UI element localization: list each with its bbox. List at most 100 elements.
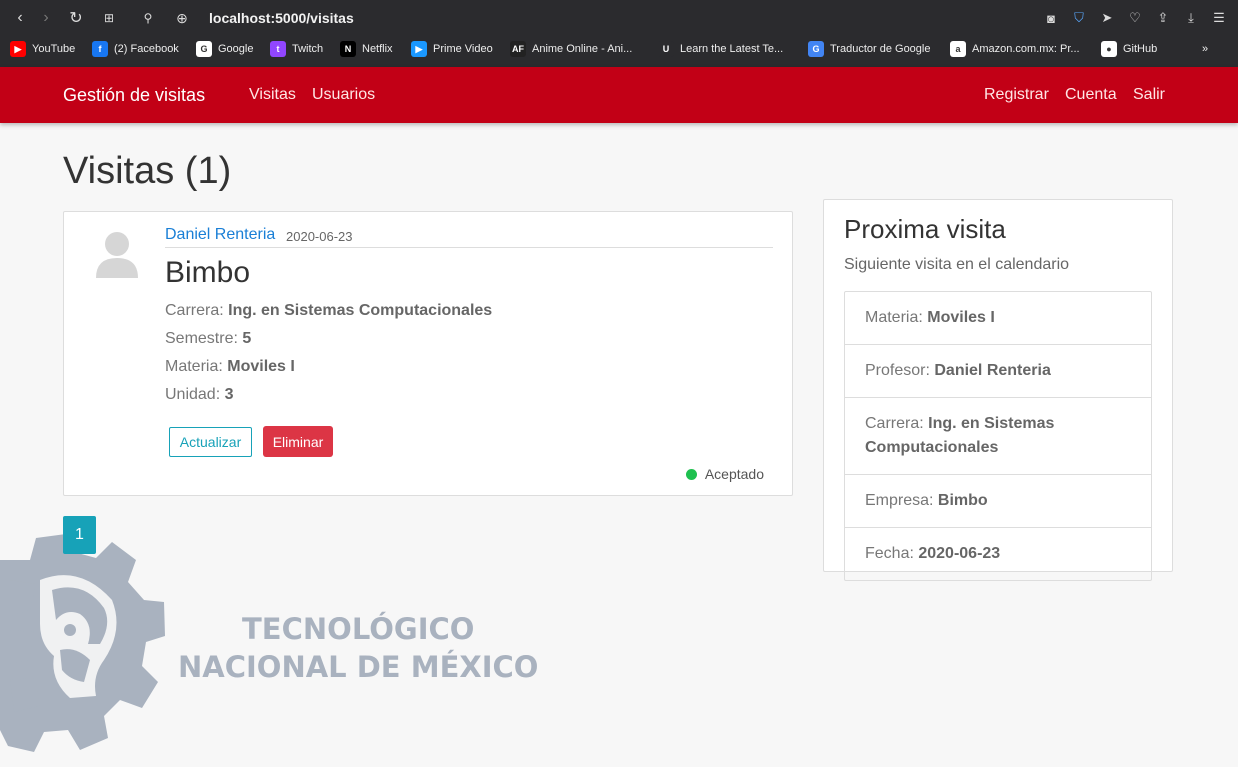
field-label: Unidad: — [165, 386, 225, 403]
toolbar-icons: ◙ ⛉ ➤ ♡ ⇪ ⤓ ☰ — [1042, 9, 1228, 27]
item-value: Moviles I — [927, 309, 995, 326]
facebook-icon: f — [92, 41, 108, 57]
item-label: Profesor: — [865, 362, 935, 379]
youtube-icon: ▶ — [10, 41, 26, 57]
bookmark-label: Anime Online - Ani... — [532, 43, 633, 55]
bookmark-youtube[interactable]: ▶ YouTube — [10, 38, 75, 60]
item-label: Empresa: — [865, 492, 938, 509]
bookmark-google[interactable]: G Google — [196, 38, 253, 60]
item-value: Bimbo — [937, 492, 988, 509]
field-value: Moviles I — [227, 358, 295, 375]
visit-date: 2020-06-23 — [286, 229, 353, 244]
nav-link-salir[interactable]: Salir — [1133, 86, 1165, 104]
bookmark-label: Amazon.com.mx: Pr... — [972, 43, 1080, 55]
status-indicator: Aceptado — [685, 466, 764, 482]
url-bar: ‹ › ↻ ⊞ ⚲ ⊕ localhost:5000/visitas ◙ ⛉ ➤… — [0, 0, 1238, 36]
item-label: Carrera: — [865, 415, 929, 432]
next-visit-subtitle: Siguiente visita en el calendario — [844, 256, 1070, 273]
nav-link-visitas[interactable]: Visitas — [249, 86, 296, 104]
nav-link-registrar[interactable]: Registrar — [984, 86, 1049, 104]
visit-card: Daniel Renteria 2020-06-23 Bimbo Carrera… — [63, 211, 793, 496]
google-icon: G — [196, 41, 212, 57]
field-semestre: Semestre: 5 — [165, 330, 251, 348]
netflix-icon: N — [340, 41, 356, 57]
bookmark-label: (2) Facebook — [114, 43, 179, 55]
shield-icon[interactable]: ⛉ — [1070, 9, 1088, 27]
item-label: Materia: — [865, 309, 928, 326]
bookmark-label: Twitch — [292, 43, 324, 55]
github-icon: ● — [1101, 41, 1117, 57]
bookmarks-bar: ▶ YouTube f (2) Facebook G Google t Twitch N Netf… — [0, 38, 1238, 62]
pagination-page-1[interactable]: 1 — [63, 516, 96, 554]
udemy-icon: U — [658, 41, 674, 57]
item-value: Daniel Renteria — [934, 362, 1051, 379]
browser-chrome: ‹ › ↻ ⊞ ⚲ ⊕ localhost:5000/visitas ◙ ⛉ ➤… — [0, 0, 1238, 67]
google-translate-icon: G — [808, 41, 824, 57]
visit-company: Bimbo — [165, 256, 251, 289]
download-icon[interactable]: ⤓ — [1182, 9, 1200, 27]
nav-link-cuenta[interactable]: Cuenta — [1065, 86, 1117, 104]
camera-icon[interactable]: ◙ — [1042, 9, 1060, 27]
tecnm-logo-icon — [0, 534, 165, 752]
zoom-icon[interactable]: ⚲ — [138, 8, 158, 28]
avatar-icon — [96, 232, 138, 278]
app-navbar: Gestión de visitas Visitas Usuarios Regi… — [0, 67, 1238, 123]
field-value: 3 — [224, 386, 234, 403]
bookmark-label: Netflix — [362, 43, 393, 55]
bookmark-udemy[interactable]: U Learn the Latest Te... — [658, 38, 783, 60]
logo-line-2: NACIONAL DE MÉXICO — [178, 650, 539, 684]
animeflv-icon: AF — [510, 41, 526, 57]
status-dot-icon — [685, 468, 697, 480]
bookmark-github[interactable]: ● GitHub — [1101, 38, 1157, 60]
update-button[interactable]: Actualizar — [169, 427, 252, 457]
reload-icon[interactable]: ↻ — [66, 8, 86, 28]
field-value: Ing. en Sistemas Computacionales — [228, 302, 493, 319]
field-label: Carrera: — [165, 302, 229, 319]
delete-button[interactable]: Eliminar — [263, 426, 333, 457]
url-text[interactable]: localhost:5000/visitas — [209, 10, 354, 26]
brand-link[interactable]: Gestión de visitas — [63, 85, 205, 106]
back-icon[interactable]: ‹ — [10, 8, 30, 28]
status-text: Aceptado — [704, 466, 764, 482]
bookmark-label: Learn the Latest Te... — [680, 43, 784, 55]
menu-icon[interactable]: ☰ — [1210, 9, 1228, 27]
heart-icon[interactable]: ♡ — [1126, 9, 1144, 27]
divider — [165, 247, 773, 248]
bookmark-label: Traductor de Google — [830, 43, 931, 55]
field-materia: Materia: Moviles I — [165, 358, 295, 376]
bookmark-prime-video[interactable]: ▶ Prime Video — [411, 38, 493, 60]
field-unidad: Unidad: 3 — [165, 386, 234, 404]
bookmarks-more-icon[interactable]: » — [1202, 38, 1208, 60]
next-visit-title: Proxima visita — [844, 214, 1006, 244]
item-label: Fecha: — [865, 545, 919, 562]
field-label: Semestre: — [165, 330, 243, 347]
globe-icon: ⊕ — [176, 9, 188, 26]
field-value: 5 — [242, 330, 252, 347]
prime-video-icon: ▶ — [411, 41, 427, 57]
list-item: Empresa: Bimbo — [845, 475, 1151, 528]
list-item: Materia: Moviles I — [845, 292, 1151, 345]
list-item: Fecha: 2020-06-23 — [845, 528, 1151, 580]
forward-icon[interactable]: › — [36, 8, 56, 28]
bookmark-netflix[interactable]: N Netflix — [340, 38, 393, 60]
next-visit-list: Materia: Moviles I Profesor: Daniel Rent… — [844, 291, 1152, 581]
bookmark-label: YouTube — [32, 43, 76, 55]
next-visit-card: Proxima visita Siguiente visita en el ca… — [823, 199, 1173, 581]
item-value: 2020-06-23 — [918, 545, 1001, 562]
share-icon[interactable]: ⇪ — [1154, 9, 1172, 27]
bookmark-amazon[interactable]: a Amazon.com.mx: Pr... — [950, 38, 1080, 60]
list-item: Carrera: Ing. en Sistemas Computacionale… — [845, 398, 1151, 475]
bookmark-label: Prime Video — [433, 43, 493, 55]
tabs-grid-icon[interactable]: ⊞ — [99, 8, 119, 28]
bookmark-twitch[interactable]: t Twitch — [270, 38, 323, 60]
bookmark-facebook[interactable]: f (2) Facebook — [92, 38, 179, 60]
bookmark-animeflv[interactable]: AF Anime Online - Ani... — [510, 38, 632, 60]
field-carrera: Carrera: Ing. en Sistemas Computacionale… — [165, 302, 492, 320]
twitch-icon: t — [270, 41, 286, 57]
bookmark-label: Google — [218, 43, 254, 55]
send-icon[interactable]: ➤ — [1098, 9, 1116, 27]
visit-user-link[interactable]: Daniel Renteria — [165, 226, 275, 244]
bookmark-google-translate[interactable]: G Traductor de Google — [808, 38, 930, 60]
list-item: Profesor: Daniel Renteria — [845, 345, 1151, 398]
nav-link-usuarios[interactable]: Usuarios — [312, 86, 375, 104]
